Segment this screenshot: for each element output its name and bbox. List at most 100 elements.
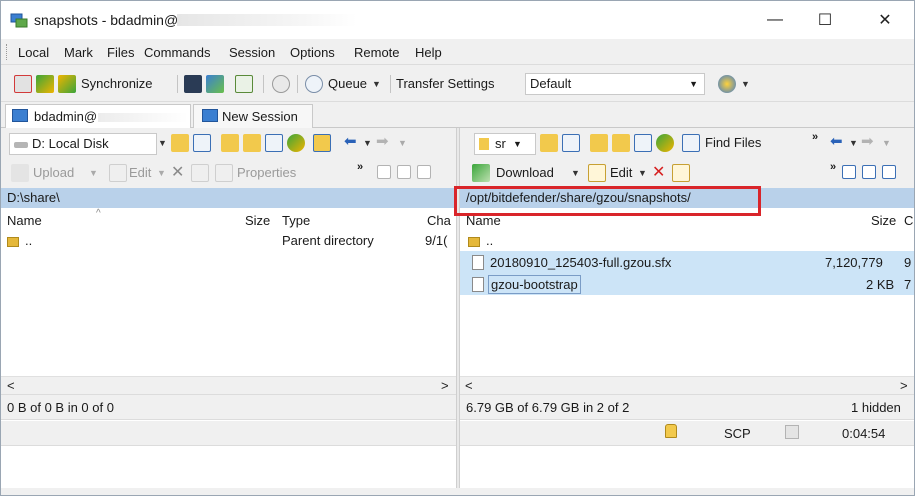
filter-icon[interactable] [562, 134, 580, 152]
menu-session[interactable]: Session [229, 45, 275, 60]
compare-dirs-icon[interactable] [14, 75, 32, 93]
properties-icon[interactable] [215, 164, 233, 182]
remote-path-bar[interactable]: /opt/bitdefender/share/gzou/snapshots/ [460, 188, 914, 208]
chevron-down-icon[interactable]: ▼ [89, 168, 98, 178]
delete-icon[interactable]: ✕ [652, 162, 665, 182]
chevron-down-icon[interactable]: ▼ [158, 138, 167, 148]
scroll-left-button[interactable]: < [465, 378, 473, 393]
table-row[interactable]: 20180910_125403-full.gzou.sfx 7,120,779 … [460, 251, 914, 273]
properties-button[interactable]: Properties [237, 165, 296, 180]
chevron-down-icon[interactable]: ▼ [363, 138, 372, 148]
upload-icon[interactable] [11, 164, 29, 182]
grip-handle[interactable] [6, 44, 9, 60]
preferences-globe-icon[interactable] [718, 75, 736, 93]
collapse-icon[interactable] [862, 165, 876, 179]
synchronize-icon[interactable] [58, 75, 76, 93]
synchronize-button[interactable]: Synchronize [81, 76, 153, 91]
root-dir-icon[interactable] [612, 134, 630, 152]
queue-dropdown-arrow[interactable]: ▼ [372, 79, 381, 89]
table-row[interactable]: .. Parent directory 9/1( [1, 231, 456, 249]
tab-new-session[interactable]: New Session [193, 104, 313, 128]
gear-icon[interactable] [272, 75, 290, 93]
scroll-right-button[interactable]: > [441, 378, 449, 393]
column-name[interactable]: Name [466, 213, 501, 228]
scroll-right-button[interactable]: > [900, 378, 908, 393]
download-button[interactable]: Download [496, 165, 554, 180]
close-button[interactable]: ✕ [862, 1, 908, 39]
menu-commands[interactable]: Commands [144, 45, 210, 60]
console-icon[interactable] [184, 75, 202, 93]
parent-dir-icon[interactable] [590, 134, 608, 152]
menu-remote[interactable]: Remote [354, 45, 400, 60]
home-icon[interactable] [265, 134, 283, 152]
remote-horizontal-scrollbar[interactable]: < > [460, 376, 914, 394]
open-folder-icon[interactable] [540, 134, 558, 152]
forward-arrow-icon[interactable]: ➡ [376, 132, 389, 150]
preferences-dropdown-arrow[interactable]: ▼ [741, 79, 750, 89]
table-row[interactable]: gzou-bootstrap 2 KB 7 [460, 273, 914, 295]
filter-icon[interactable] [193, 134, 211, 152]
download-icon[interactable] [472, 164, 490, 182]
column-changed[interactable]: Cha [427, 213, 451, 228]
upload-button[interactable]: Upload [33, 165, 74, 180]
chevron-down-icon[interactable]: ▼ [398, 138, 407, 148]
chevron-down-icon[interactable]: ▼ [638, 168, 647, 178]
local-horizontal-scrollbar[interactable]: < > [1, 376, 456, 394]
edit-button[interactable]: Edit [610, 165, 632, 180]
back-arrow-icon[interactable]: ⬅ [344, 132, 357, 150]
queue-icon[interactable] [305, 75, 323, 93]
edit-button[interactable]: Edit [129, 165, 151, 180]
column-type[interactable]: Type [282, 213, 310, 228]
column-size[interactable]: Size [245, 213, 270, 228]
menu-files[interactable]: Files [107, 45, 134, 60]
rename-icon[interactable] [191, 164, 209, 182]
refresh-icon[interactable] [656, 134, 674, 152]
hidden-count[interactable]: 1 hidden [851, 400, 901, 415]
find-files-button[interactable]: Find Files [705, 135, 761, 150]
local-path-bar[interactable]: D:\share\ [1, 188, 456, 208]
maximize-button[interactable]: ☐ [802, 1, 848, 39]
sync-browse-icon[interactable] [36, 75, 54, 93]
parent-dir-icon[interactable] [221, 134, 239, 152]
column-changed[interactable]: C [904, 213, 913, 228]
open-folder-icon[interactable] [171, 134, 189, 152]
chevron-down-icon[interactable]: ▼ [157, 168, 166, 178]
chevron-down-icon[interactable]: ▼ [882, 138, 891, 148]
filter-mask-icon[interactable] [417, 165, 431, 179]
root-dir-icon[interactable] [243, 134, 261, 152]
rename-icon[interactable] [672, 164, 690, 182]
column-name[interactable]: Name [7, 213, 42, 228]
delete-icon[interactable]: ✕ [171, 162, 184, 182]
remote-dir-select[interactable]: sr ▼ [474, 133, 536, 155]
menu-local[interactable]: Local [18, 45, 49, 60]
overflow-chevron-icon[interactable]: » [830, 161, 836, 173]
tree-icon[interactable] [313, 134, 331, 152]
filter-mask-icon[interactable] [882, 165, 896, 179]
minimize-button[interactable]: — [752, 1, 798, 39]
transfer-settings-select[interactable]: Default ▼ [525, 73, 705, 95]
overflow-chevron-icon[interactable]: » [812, 131, 818, 143]
home-icon[interactable] [634, 134, 652, 152]
queue-button[interactable]: Queue [328, 76, 367, 91]
chevron-down-icon[interactable]: ▼ [849, 138, 858, 148]
expand-icon[interactable] [377, 165, 391, 179]
refresh-icon[interactable] [287, 134, 305, 152]
menu-mark[interactable]: Mark [64, 45, 93, 60]
overflow-chevron-icon[interactable]: » [357, 161, 363, 173]
find-files-icon[interactable] [682, 134, 700, 152]
collapse-icon[interactable] [397, 165, 411, 179]
menu-help[interactable]: Help [415, 45, 442, 60]
forward-arrow-icon[interactable]: ➡ [861, 132, 874, 150]
table-row[interactable]: .. [460, 231, 914, 249]
menu-options[interactable]: Options [290, 45, 335, 60]
refresh-icon[interactable] [235, 75, 253, 93]
putty-icon[interactable] [206, 75, 224, 93]
column-size[interactable]: Size [871, 213, 896, 228]
tab-session[interactable]: bdadmin@ [5, 104, 191, 129]
local-drive-select[interactable]: D: Local Disk [9, 133, 157, 155]
edit-icon[interactable] [588, 164, 606, 182]
expand-icon[interactable] [842, 165, 856, 179]
scroll-left-button[interactable]: < [7, 378, 15, 393]
edit-icon[interactable] [109, 164, 127, 182]
back-arrow-icon[interactable]: ⬅ [830, 132, 843, 150]
